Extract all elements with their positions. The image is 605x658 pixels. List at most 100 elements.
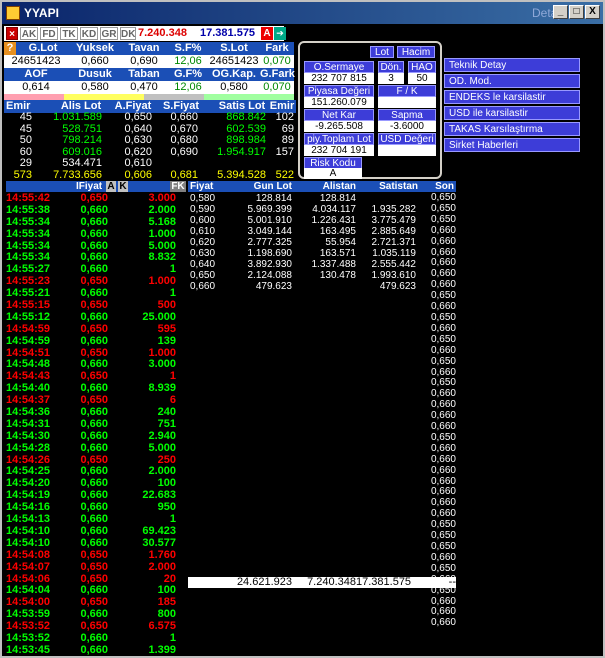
trade-row[interactable]: 14:55:34 0,660 1.000 [6, 228, 186, 241]
value-yuksek: 0,660 [81, 55, 109, 67]
main-window: YYAPI Detay _ □ X × AK FD TK KD GR DK 7.… [0, 0, 605, 658]
title-bar[interactable]: YYAPI Detay _ □ X [2, 2, 603, 24]
value-ogkap: 0,580 [220, 81, 248, 93]
menu-endeks[interactable]: ENDEKS le karsilastir [444, 90, 580, 104]
trade-row[interactable]: 14:54:59 0,650 595 [6, 323, 186, 336]
menu-teknik-detay[interactable]: Teknik Detay [444, 58, 580, 72]
trade-row[interactable]: 14:54:10 0,660 30.577 [6, 536, 186, 550]
usd-label: USD Değeri [378, 133, 436, 145]
close-button[interactable]: X [585, 5, 600, 19]
trade-lot: 2.940 [148, 429, 176, 442]
trade-row[interactable]: 14:54:07 0,650 2.000 [6, 560, 186, 574]
minimize-button[interactable]: _ [553, 5, 568, 19]
trade-row[interactable]: 14:54:08 0,650 1.760 [6, 549, 186, 562]
satistan-cell: 2.555.442 [371, 259, 417, 270]
value-dusuk: 0,580 [81, 81, 109, 93]
ptable-h-satistan[interactable]: Satistan [364, 181, 418, 192]
help-icon[interactable]: ? [4, 42, 16, 55]
header-tavan: Tavan [128, 42, 160, 54]
trades-h-fk[interactable]: FK [170, 181, 186, 192]
depth-cell: 157 [275, 145, 294, 158]
menu-od-mod[interactable]: OD. Mod. [444, 74, 580, 88]
ptable-h-alistan[interactable]: Alistan [306, 181, 356, 192]
arrow-right-icon[interactable]: ➔ [274, 27, 286, 40]
menu-usd[interactable]: USD ile karsilastir [444, 106, 580, 120]
header-aof: AOF [24, 68, 48, 80]
trade-lot: 1.000 [148, 275, 176, 288]
trade-lot: 8.832 [148, 251, 176, 264]
piyasa-label: Piyasa Değeri [304, 85, 374, 97]
maximize-button[interactable]: □ [569, 5, 584, 19]
trades-list: 14:55:42 0,650 3.000 14:55:38 0,660 2.000 14:5… [6, 192, 186, 656]
trade-row[interactable]: 14:54:30 0,660 2.940 [6, 429, 186, 443]
depth-row[interactable]: 50 798.214 0,630 0,680 898.984 89 [6, 134, 296, 147]
value-fark: 0,070 [263, 55, 291, 67]
trade-lot: 6.575 [148, 620, 176, 633]
price-table: 0,580 128.814 128.814 0,590 5.969.399 4.034.1… [188, 193, 456, 292]
price-row[interactable]: 0,620 2.777.325 55.954 2.721.371 [188, 237, 456, 248]
trade-row[interactable]: 14:55:38 0,660 2.000 [6, 204, 186, 217]
price-row[interactable]: 0,660 479.623 479.623 [188, 281, 456, 292]
trades-h-fiyat[interactable]: IFiyat [76, 181, 102, 192]
hacim-button[interactable]: Hacim [397, 46, 435, 58]
window-title: YYAPI [24, 6, 59, 20]
tool-gr[interactable]: GR [100, 27, 118, 40]
menu-haberler[interactable]: Sirket Haberleri [444, 138, 580, 152]
price-row[interactable]: 0,610 3.049.144 163.495 2.885.649 [188, 226, 456, 237]
depth-total-cell: 7.733.656 [53, 168, 102, 181]
tool-ak[interactable]: AK [20, 27, 38, 40]
depth-row[interactable]: 45 1.031.589 0,650 0,660 868.842 102 [6, 111, 296, 124]
tool-kd[interactable]: KD [80, 27, 98, 40]
tool-fd[interactable]: FD [40, 27, 58, 40]
netkar-value: -9.265.508 [304, 121, 374, 132]
info-panel: Lot Hacim O.Sermaye 232 707 815 Dön. 3 H… [298, 41, 442, 179]
risk-value: A [304, 168, 362, 179]
price-row[interactable]: 0,640 3.892.930 1.337.488 2.555.442 [188, 259, 456, 270]
gunlot-cell: 5.001.910 [247, 215, 293, 226]
depth-cell: 898.984 [226, 134, 266, 146]
depth-total-cell: 0,681 [170, 168, 198, 181]
stats-values-1: 24651423 0,660 0,690 12,06 24651423 0,07… [4, 55, 294, 68]
trade-row[interactable]: 14:55:34 0,660 5.168 [6, 216, 186, 229]
lot-button[interactable]: Lot [370, 46, 394, 58]
depth-row[interactable]: 29 534.471 0,610 [6, 157, 296, 170]
header-dusuk: Dusuk [78, 68, 112, 80]
trade-lot: 2.000 [148, 560, 176, 573]
alistan-cell: 1.226.431 [311, 215, 357, 226]
price-row[interactable]: 0,580 128.814 128.814 [188, 193, 456, 204]
gunlot-cell: 2.124.088 [247, 270, 293, 281]
ptable-h-fiyat[interactable]: Fiyat [190, 181, 213, 192]
depth-cell: 102 [275, 111, 294, 123]
osermaye-label: O.Sermaye [304, 61, 374, 73]
ptable-h-gunlot[interactable]: Gun Lot [250, 181, 292, 192]
stats-header-2: AOF Dusuk Taban G.F% OG.Kap. G.Fark [4, 68, 295, 81]
a-button[interactable]: A [261, 27, 273, 40]
trade-time: 14:54:28 [6, 441, 51, 454]
trade-row[interactable]: 14:54:59 0,660 139 [6, 335, 186, 348]
price-row[interactable]: 0,650 2.124.088 130.478 1.993.610 [188, 270, 456, 281]
trades-h-k[interactable]: K [118, 181, 128, 192]
trade-time: 14:54:30 [6, 429, 51, 442]
ptable-h-son[interactable]: Son [430, 181, 454, 192]
trade-row[interactable]: 14:55:12 0,660 25.000 [6, 311, 186, 324]
price-row[interactable]: 0,590 5.969.399 4.034.117 1.935.282 [188, 204, 456, 215]
depth-cell: 868.842 [226, 111, 266, 123]
usd-value [378, 145, 436, 156]
son-cell: 0,660 [430, 235, 456, 247]
trade-price: 0,660 [80, 536, 108, 549]
tool-dk[interactable]: DK [120, 27, 136, 40]
price-row[interactable]: 0,630 1.198.690 163.571 1.035.119 [188, 248, 456, 259]
alistan-cell: 1.337.488 [311, 259, 357, 270]
stats-values-2: 0,614 0,580 0,470 12,06 0,580 0,070 [4, 81, 294, 94]
price-row[interactable]: 0,600 5.001.910 1.226.431 3.775.479 [188, 215, 456, 226]
total-gunlot: 24.621.923 [236, 576, 292, 588]
gunlot-cell: 5.969.399 [247, 204, 293, 215]
trade-row[interactable]: 14:53:45 0,660 1.399 [6, 644, 186, 656]
menu-takas[interactable]: TAKAS Karsılaştırma [444, 122, 580, 136]
toplam-label: piy.Toplam Lot [304, 133, 374, 145]
trade-row[interactable]: 14:54:28 0,660 5.000 [6, 441, 186, 455]
tool-tk[interactable]: TK [60, 27, 78, 40]
trades-h-a[interactable]: A [106, 181, 116, 192]
fk-value [378, 97, 436, 108]
close-tab-icon[interactable]: × [6, 27, 18, 40]
